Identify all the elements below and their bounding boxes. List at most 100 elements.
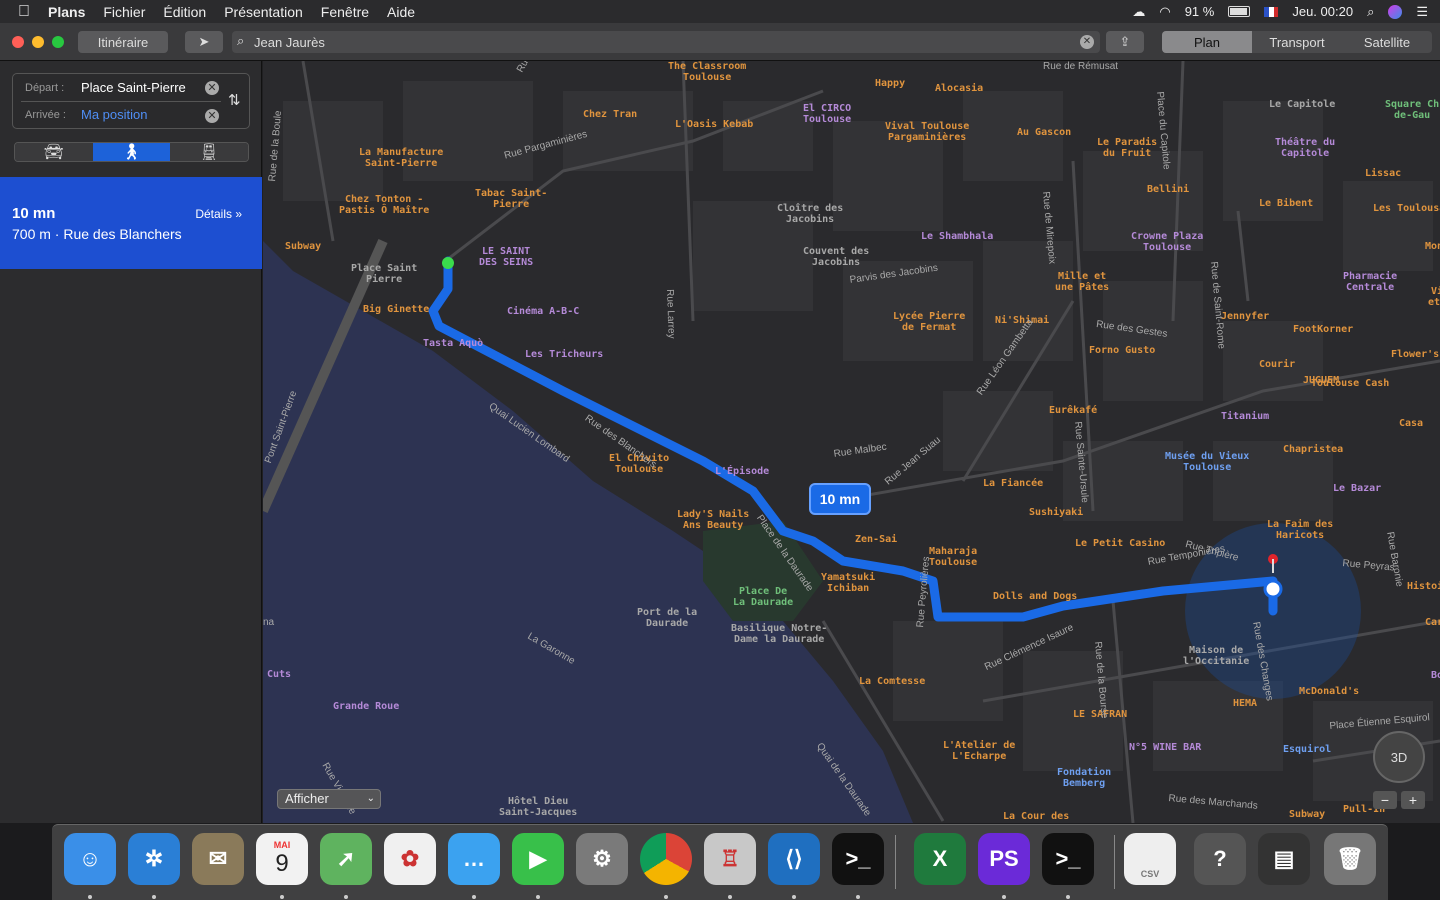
csv-file-icon[interactable]: CSV (1124, 833, 1176, 885)
itinerary-button[interactable]: Itinéraire (78, 31, 168, 53)
zoom-icon[interactable] (52, 36, 64, 48)
poi-label[interactable]: Place De La Daurade (733, 586, 793, 608)
zoom-in-button[interactable]: + (1401, 791, 1425, 809)
poi-label[interactable]: Lissac (1365, 168, 1401, 179)
poi-label[interactable]: Happy (875, 78, 905, 89)
poi-label[interactable]: Théâtre du Capitole (1275, 137, 1335, 159)
poi-label[interactable]: Titanium (1221, 411, 1269, 422)
poi-label[interactable]: La Cour des (1003, 811, 1069, 822)
poi-label[interactable]: Les Tricheurs (525, 349, 603, 360)
poi-label[interactable]: Lycée Pierre de Fermat (893, 311, 965, 333)
poi-label[interactable]: Body (1431, 670, 1440, 681)
poi-label[interactable]: Violet Pa (1428, 286, 1440, 308)
show-menu[interactable]: Afficher ⌄ (277, 789, 381, 809)
poi-label[interactable]: Bellini (1147, 184, 1189, 195)
poi-label[interactable]: Casa (1399, 418, 1423, 429)
help-icon[interactable]: ? (1194, 833, 1246, 885)
photos-icon[interactable]: ✿ (384, 833, 436, 885)
poi-label[interactable]: El CIRCO Toulouse (803, 103, 851, 125)
details-link[interactable]: Détails » (195, 207, 242, 221)
poi-label[interactable]: Le Capitole (1269, 99, 1335, 110)
poi-label[interactable]: Tasta Aquò (423, 338, 483, 349)
system-preferences-icon[interactable]: ⚙ (576, 833, 628, 885)
tab-satellite[interactable]: Satellite (1342, 31, 1432, 53)
tab-plan[interactable]: Plan (1162, 31, 1252, 53)
poi-label[interactable]: Tabac Saint- Pierre (475, 188, 547, 210)
terminal-icon[interactable]: >_ (1042, 833, 1094, 885)
poi-label[interactable]: Square Ch de-Gau (1385, 99, 1439, 121)
poi-label[interactable]: Courir (1259, 359, 1295, 370)
poi-label[interactable]: L'Atelier de L'Echarpe (943, 740, 1015, 762)
poi-label[interactable]: Le Petit Casino (1075, 538, 1165, 549)
poi-label[interactable]: McDonald's (1299, 686, 1359, 697)
close-icon[interactable] (12, 36, 24, 48)
tableplus-icon[interactable]: ♖ (704, 833, 756, 885)
location-arrow-button[interactable]: ➤ (185, 31, 223, 53)
poi-label[interactable]: Grande Roue (333, 701, 399, 712)
trash-icon[interactable]: 🗑︎ (1324, 833, 1376, 885)
share-button[interactable]: ⇪ (1106, 31, 1144, 53)
poi-label[interactable]: Port de la Daurade (637, 607, 697, 629)
maps-icon[interactable]: ➚ (320, 833, 372, 885)
poi-label[interactable]: Cuts (267, 669, 291, 680)
poi-label[interactable]: FootKorner (1293, 324, 1353, 335)
menu-aide[interactable]: Aide (387, 4, 415, 20)
poi-label[interactable]: Flower's (1391, 349, 1439, 360)
depart-field[interactable]: Place Saint-Pierre (81, 80, 186, 95)
preview-icon[interactable]: ✉ (192, 833, 244, 885)
poi-label[interactable]: Les Toulousains (1373, 203, 1440, 214)
poi-label[interactable]: Yamatsuki Ichiban (821, 572, 875, 594)
poi-label[interactable]: L'Oasis Kebab (675, 119, 753, 130)
poi-label[interactable]: L'Épisode (715, 466, 769, 477)
arrival-field[interactable]: Ma position (81, 107, 147, 122)
poi-label[interactable]: Cloître des Jacobins (777, 203, 843, 225)
poi-label[interactable]: Forno Gusto (1089, 345, 1155, 356)
poi-label[interactable]: Le Shambhala (921, 231, 993, 242)
calendar-icon[interactable]: MAI 9 (256, 833, 308, 885)
poi-label[interactable]: Vival Toulouse Pargaminières (885, 121, 969, 143)
poi-label[interactable]: Le Bazar (1333, 483, 1381, 494)
apple-icon[interactable]:  (18, 3, 30, 21)
poi-label[interactable]: Alocasia (935, 83, 983, 94)
poi-label[interactable]: Chez Tran (583, 109, 637, 120)
poi-label[interactable]: Maharaja Toulouse (929, 546, 977, 568)
poi-label[interactable]: Couvent des Jacobins (803, 246, 869, 268)
poi-label[interactable]: Zen-Sai (855, 534, 897, 545)
minimize-icon[interactable] (32, 36, 44, 48)
route-result[interactable]: 10 mn Détails » 700 m · Rue des Blancher… (0, 177, 262, 269)
poi-label[interactable]: Dolls and Dogs (993, 591, 1077, 602)
menu-edition[interactable]: Édition (163, 4, 206, 20)
poi-label[interactable]: Mille et une Pâtes (1055, 271, 1109, 293)
chrome-icon[interactable] (640, 833, 692, 885)
facetime-icon[interactable]: ▶ (512, 833, 564, 885)
poi-label[interactable]: Jennyfer (1221, 311, 1269, 322)
poi-label[interactable]: Carla (1425, 617, 1440, 628)
siri-icon[interactable] (1388, 4, 1403, 19)
poi-label[interactable]: Musée du Vieux Toulouse (1165, 451, 1249, 473)
poi-label[interactable]: Lady'S Nails Ans Beauty (677, 509, 749, 531)
poi-label[interactable]: Subway (285, 241, 321, 252)
poi-label[interactable]: Subway (1289, 809, 1325, 820)
console-icon[interactable]: ▤ (1258, 833, 1310, 885)
flag-icon[interactable] (1264, 6, 1279, 17)
poi-label[interactable]: Chez Tonton - Pastis Ô Maître (339, 194, 429, 216)
menu-fenetre[interactable]: Fenêtre (321, 4, 369, 20)
poi-label[interactable]: La Faim des Haricots (1267, 519, 1333, 541)
poi-label[interactable]: Hôtel Dieu Saint-Jacques (499, 796, 577, 818)
map-view[interactable]: The Classroom Toulouse Happy Alocasia Chez T… (263, 61, 1440, 823)
safari-icon[interactable]: ✲ (128, 833, 180, 885)
poi-label[interactable]: Esquirol (1283, 744, 1331, 755)
tab-transport[interactable]: Transport (1252, 31, 1342, 53)
poi-label[interactable]: Basilique Notre- Dame la Daurade (731, 623, 827, 645)
poi-label[interactable]: Au Gascon (1017, 127, 1071, 138)
menu-presentation[interactable]: Présentation (224, 4, 303, 20)
clear-search-icon[interactable]: ✕ (1080, 35, 1094, 49)
search-field[interactable]: ⌕ Jean Jaurès ✕ (232, 31, 1100, 53)
excel-icon[interactable]: X (914, 833, 966, 885)
vscode-icon[interactable]: ⟨⟩ (768, 833, 820, 885)
poi-label[interactable]: Histoire (1407, 581, 1440, 592)
wifi-icon[interactable]: ◠ (1159, 4, 1170, 20)
car-icon[interactable]: 🚘︎ (15, 143, 93, 161)
poi-label[interactable]: The Classroom Toulouse (668, 61, 746, 83)
poi-label[interactable]: Big Ginette (363, 304, 429, 315)
